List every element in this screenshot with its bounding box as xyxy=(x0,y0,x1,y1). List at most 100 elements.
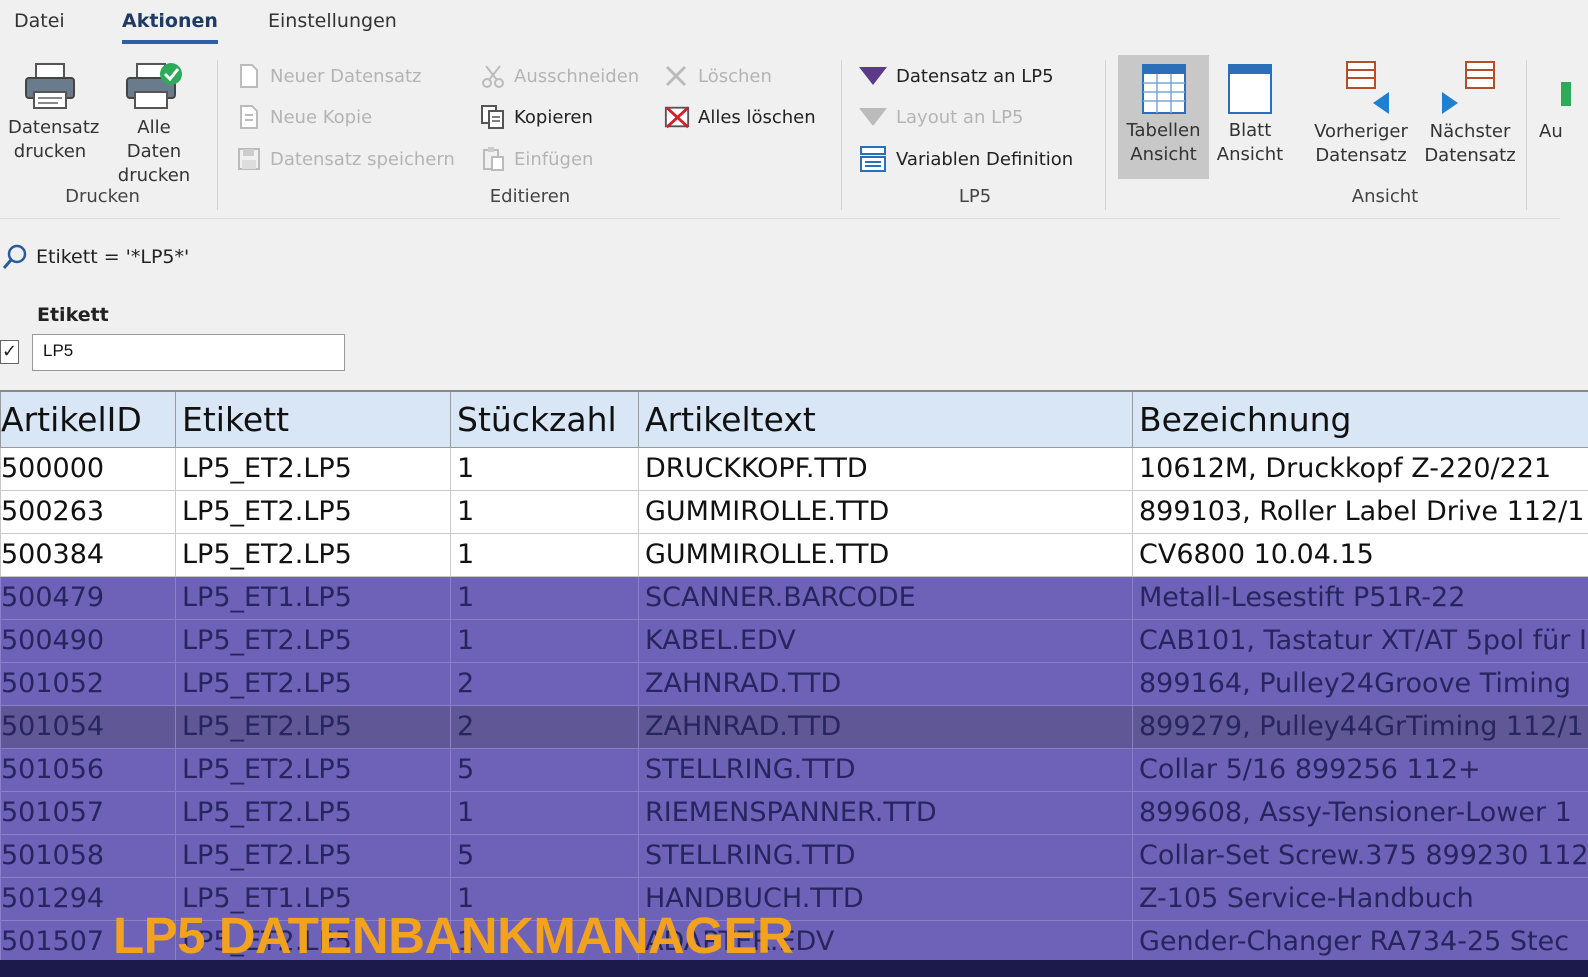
table-cell[interactable]: LP5_ET2.LP5 xyxy=(175,532,451,577)
cut-button[interactable]: Ausschneiden xyxy=(480,61,639,91)
column-header[interactable]: Artikeltext xyxy=(638,390,1133,448)
tab-aktionen[interactable]: Aktionen xyxy=(122,10,218,44)
delete-all-icon xyxy=(664,104,690,130)
table-cell[interactable]: 899608, Assy-Tensioner-Lower 1 xyxy=(1132,790,1588,835)
table-cell[interactable]: 10612M, Druckkopf Z-220/221 xyxy=(1132,446,1588,491)
record-to-lp5-button[interactable]: Datensatz an LP5 xyxy=(858,61,1054,91)
new-record-button[interactable]: Neuer Datensatz xyxy=(236,61,422,91)
table-cell[interactable]: Collar 5/16 899256 112+ xyxy=(1132,747,1588,792)
table-cell[interactable]: Z-105 Service-Handbuch xyxy=(1132,876,1588,921)
print-record-button[interactable]: Datensatz drucken xyxy=(0,62,100,164)
table-row[interactable]: 500490 LP5_ET2.LP5 1 KABEL.EDV CAB101, Tasta… xyxy=(0,618,1588,663)
table-row[interactable]: 501056 LP5_ET2.LP5 5 STELLRING.TTD Collar 5/… xyxy=(0,747,1588,792)
sheet-view-icon xyxy=(1228,64,1272,114)
table-cell[interactable]: Metall-Lesestift P51R-22 xyxy=(1132,575,1588,620)
table-cell[interactable]: 899164, Pulley24Groove Timing xyxy=(1132,661,1588,706)
table-cell[interactable]: GUMMIROLLE.TTD xyxy=(638,532,1133,577)
filter-field-input[interactable]: LP5 xyxy=(32,334,345,371)
new-document-icon xyxy=(236,63,262,89)
delete-button[interactable]: Löschen xyxy=(664,61,772,91)
table-cell[interactable]: LP5_ET2.LP5 xyxy=(175,489,451,534)
table-row[interactable]: 500384 LP5_ET2.LP5 1 GUMMIROLLE.TTD CV6800 1… xyxy=(0,532,1588,577)
previous-record-label: Vorheriger Datensatz xyxy=(1314,121,1408,166)
column-header[interactable]: Bezeichnung xyxy=(1132,390,1588,448)
table-cell[interactable]: SCANNER.BARCODE xyxy=(638,575,1133,620)
next-record-button[interactable]: Nächster Datensatz xyxy=(1421,60,1519,168)
table-row[interactable]: 500479 LP5_ET1.LP5 1 SCANNER.BARCODE Metall-… xyxy=(0,575,1588,620)
sheet-view-label: Blatt Ansicht xyxy=(1216,120,1284,165)
table-cell[interactable]: 1 xyxy=(450,618,639,663)
table-cell[interactable]: 500263 xyxy=(0,489,176,534)
table-cell[interactable]: 1 xyxy=(450,489,639,534)
table-cell[interactable]: LP5_ET2.LP5 xyxy=(175,747,451,792)
column-header[interactable]: ArtikelID xyxy=(0,390,176,448)
table-row[interactable]: 500263 LP5_ET2.LP5 1 GUMMIROLLE.TTD 899103, … xyxy=(0,489,1588,534)
new-copy-button[interactable]: Neue Kopie xyxy=(236,102,372,132)
layout-to-lp5-button[interactable]: Layout an LP5 xyxy=(858,102,1023,132)
table-cell[interactable]: 1 xyxy=(450,446,639,491)
table-cell[interactable]: KABEL.EDV xyxy=(638,618,1133,663)
column-header[interactable]: Stückzahl xyxy=(450,390,639,448)
tab-einstellungen[interactable]: Einstellungen xyxy=(268,10,397,40)
table-header-row: ArtikelID Etikett Stückzahl Artikeltext Beze… xyxy=(0,390,1588,448)
table-cell[interactable]: 899103, Roller Label Drive 112/1 xyxy=(1132,489,1588,534)
table-cell[interactable]: 501052 xyxy=(0,661,176,706)
table-cell[interactable]: 501056 xyxy=(0,747,176,792)
table-cell[interactable]: 501058 xyxy=(0,833,176,878)
previous-record-button[interactable]: Vorheriger Datensatz xyxy=(1306,60,1416,168)
table-cell[interactable]: ZAHNRAD.TTD xyxy=(638,704,1133,749)
save-record-button[interactable]: Datensatz speichern xyxy=(236,144,455,174)
table-row[interactable]: 501054 LP5_ET2.LP5 2 ZAHNRAD.TTD 899279, Pul… xyxy=(0,704,1588,749)
table-cell[interactable]: 500000 xyxy=(0,446,176,491)
table-cell[interactable]: CAB101, Tastatur XT/AT 5pol für I xyxy=(1132,618,1588,663)
table-cell[interactable]: 501054 xyxy=(0,704,176,749)
table-cell[interactable]: LP5_ET2.LP5 xyxy=(175,704,451,749)
filter-expression-text: Etikett = '*LP5*' xyxy=(36,246,190,268)
copy-button[interactable]: Kopieren xyxy=(480,102,593,132)
table-cell[interactable]: DRUCKKOPF.TTD xyxy=(638,446,1133,491)
table-cell[interactable]: Gender-Changer RA734-25 Stec xyxy=(1132,919,1588,964)
table-row[interactable]: 501058 LP5_ET2.LP5 5 STELLRING.TTD Collar-Se… xyxy=(0,833,1588,878)
table-cell[interactable]: LP5_ET2.LP5 xyxy=(175,618,451,663)
table-row[interactable]: 501057 LP5_ET2.LP5 1 RIEMENSPANNER.TTD 89960… xyxy=(0,790,1588,835)
table-cell[interactable]: 500490 xyxy=(0,618,176,663)
filter-field-checkbox[interactable]: ✓ xyxy=(0,340,19,364)
table-cell[interactable]: GUMMIROLLE.TTD xyxy=(638,489,1133,534)
column-header[interactable]: Etikett xyxy=(175,390,451,448)
table-cell[interactable]: CV6800 10.04.15 xyxy=(1132,532,1588,577)
table-cell[interactable]: 899279, Pulley44GrTiming 112/1 xyxy=(1132,704,1588,749)
new-record-label: Neuer Datensatz xyxy=(270,65,422,87)
table-cell[interactable]: LP5_ET2.LP5 xyxy=(175,833,451,878)
previous-record-icon xyxy=(1346,61,1389,114)
table-cell[interactable]: 1 xyxy=(450,790,639,835)
table-cell[interactable]: 1 xyxy=(450,532,639,577)
table-cell[interactable]: ZAHNRAD.TTD xyxy=(638,661,1133,706)
print-all-button[interactable]: Alle Daten drucken xyxy=(103,62,205,188)
delete-all-button[interactable]: Alles löschen xyxy=(664,102,816,132)
table-cell[interactable]: 5 xyxy=(450,747,639,792)
table-cell[interactable]: 1 xyxy=(450,575,639,620)
sheet-view-button[interactable]: Blatt Ansicht xyxy=(1211,63,1289,167)
table-cell[interactable]: 500479 xyxy=(0,575,176,620)
print-all-label: Alle Daten drucken xyxy=(117,117,191,186)
table-cell[interactable]: RIEMENSPANNER.TTD xyxy=(638,790,1133,835)
table-cell[interactable]: 501057 xyxy=(0,790,176,835)
tab-datei[interactable]: Datei xyxy=(14,10,65,40)
table-cell[interactable]: LP5_ET1.LP5 xyxy=(175,575,451,620)
table-cell[interactable]: LP5_ET2.LP5 xyxy=(175,661,451,706)
table-cell[interactable]: Collar-Set Screw.375 899230 112 xyxy=(1132,833,1588,878)
variable-definition-button[interactable]: Variablen Definition xyxy=(858,144,1073,174)
table-cell[interactable]: LP5_ET2.LP5 xyxy=(175,790,451,835)
table-cell[interactable]: 5 xyxy=(450,833,639,878)
auto-button-partial[interactable]: Au xyxy=(1533,60,1573,144)
table-cell[interactable]: LP5_ET2.LP5 xyxy=(175,446,451,491)
table-cell[interactable]: STELLRING.TTD xyxy=(638,833,1133,878)
table-cell[interactable]: 500384 xyxy=(0,532,176,577)
table-view-button[interactable]: Tabellen Ansicht xyxy=(1118,55,1209,179)
table-row[interactable]: 500000 LP5_ET2.LP5 1 DRUCKKOPF.TTD 10612M, D… xyxy=(0,446,1588,491)
table-cell[interactable]: 2 xyxy=(450,661,639,706)
paste-button[interactable]: Einfügen xyxy=(480,144,593,174)
table-row[interactable]: 501052 LP5_ET2.LP5 2 ZAHNRAD.TTD 899164, Pul… xyxy=(0,661,1588,706)
table-cell[interactable]: 2 xyxy=(450,704,639,749)
table-cell[interactable]: STELLRING.TTD xyxy=(638,747,1133,792)
